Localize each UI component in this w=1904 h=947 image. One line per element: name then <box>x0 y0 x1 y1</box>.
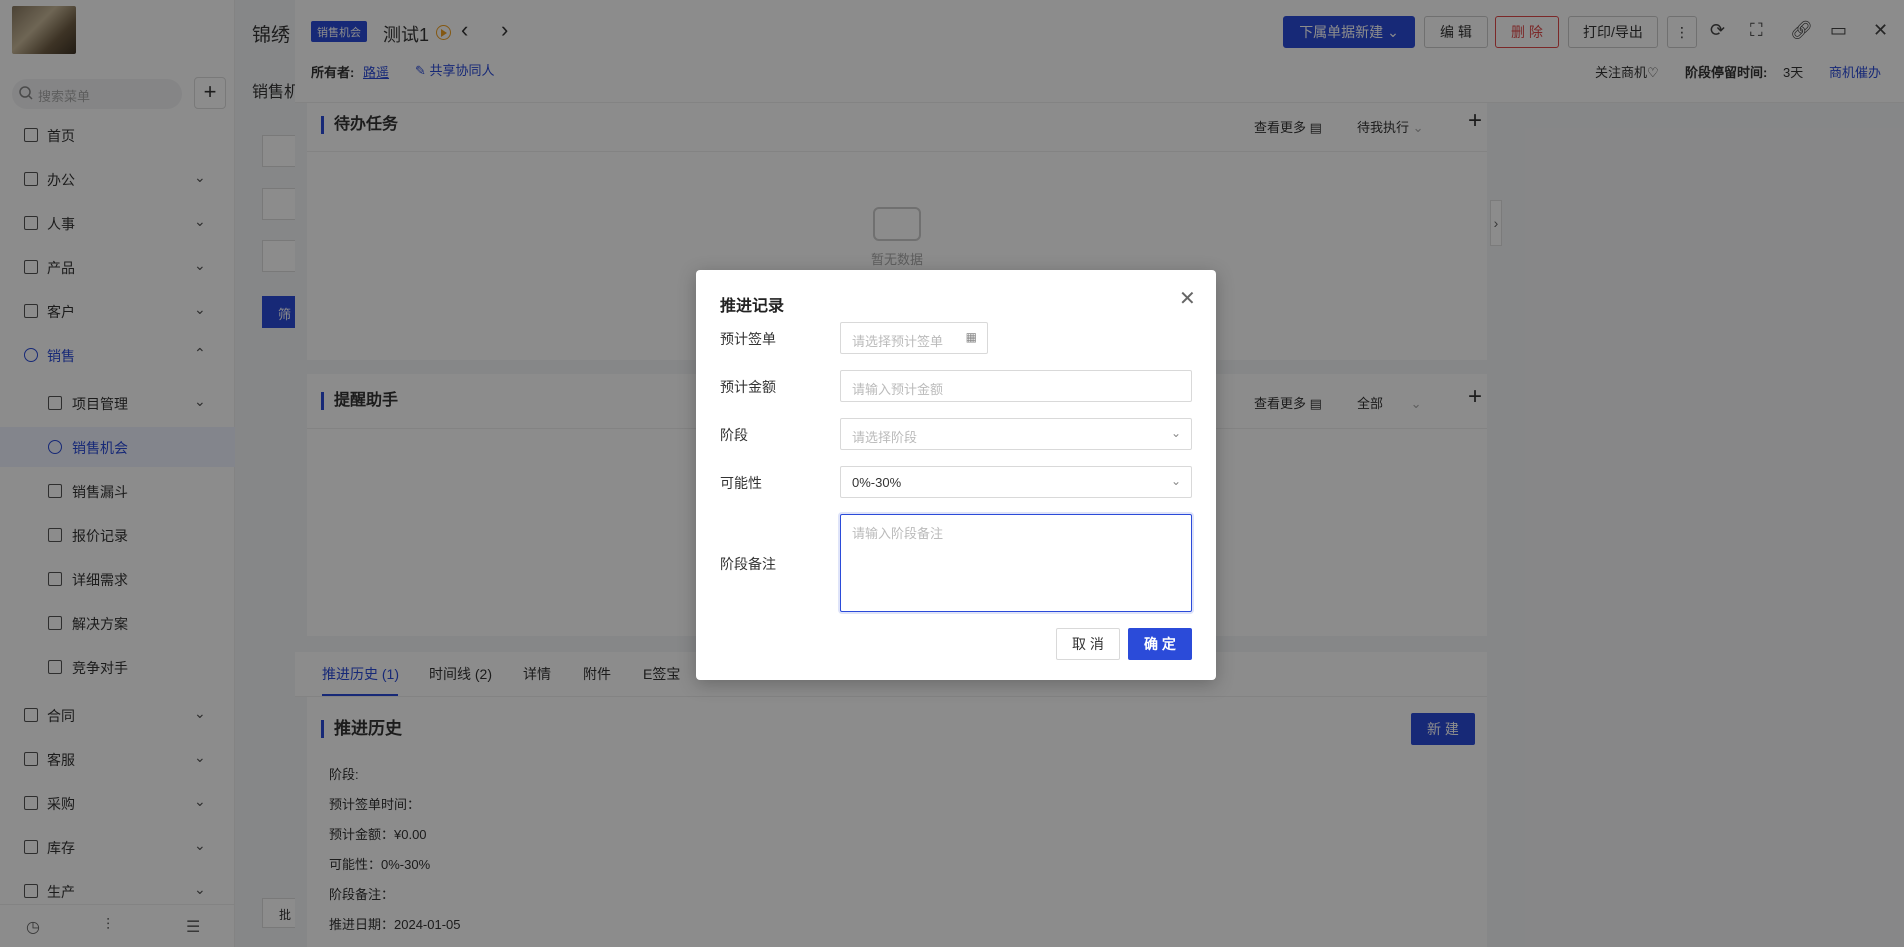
modal-title: 推进记录 <box>720 298 785 315</box>
probability-label: 可能性 <box>720 475 762 491</box>
probability-value: 0%-30% <box>852 475 902 490</box>
close-icon[interactable]: ✕ <box>1179 286 1196 311</box>
amount-placeholder: 请输入预计金额 <box>852 382 944 397</box>
amount-label: 预计金额 <box>720 379 776 395</box>
calendar-icon: ▦ <box>965 330 977 344</box>
stage-select[interactable]: 请选择阶段 ⌄ <box>840 418 1192 450</box>
sign-date-picker[interactable]: 请选择预计签单 ▦ <box>840 322 988 354</box>
confirm-button[interactable]: 确 定 <box>1128 628 1192 660</box>
chevron-down-icon: ⌄ <box>1170 474 1181 488</box>
remark-placeholder: 请输入阶段备注 <box>852 526 944 541</box>
stage-label: 阶段 <box>720 427 748 443</box>
remark-textarea[interactable]: 请输入阶段备注 <box>840 514 1192 612</box>
amount-input[interactable]: 请输入预计金额 <box>840 370 1192 402</box>
sign-date-label: 预计签单 <box>720 331 776 347</box>
cancel-button[interactable]: 取 消 <box>1056 628 1120 660</box>
stage-placeholder: 请选择阶段 <box>852 430 918 445</box>
remark-label: 阶段备注 <box>720 556 776 572</box>
progress-record-modal: 推进记录 ✕ 预计签单 请选择预计签单 ▦ 预计金额 请输入预计金额 阶段 请选… <box>696 270 1216 680</box>
chevron-down-icon: ⌄ <box>1170 426 1181 440</box>
probability-select[interactable]: 0%-30% ⌄ <box>840 466 1192 498</box>
sign-date-placeholder: 请选择预计签单 <box>852 334 944 349</box>
